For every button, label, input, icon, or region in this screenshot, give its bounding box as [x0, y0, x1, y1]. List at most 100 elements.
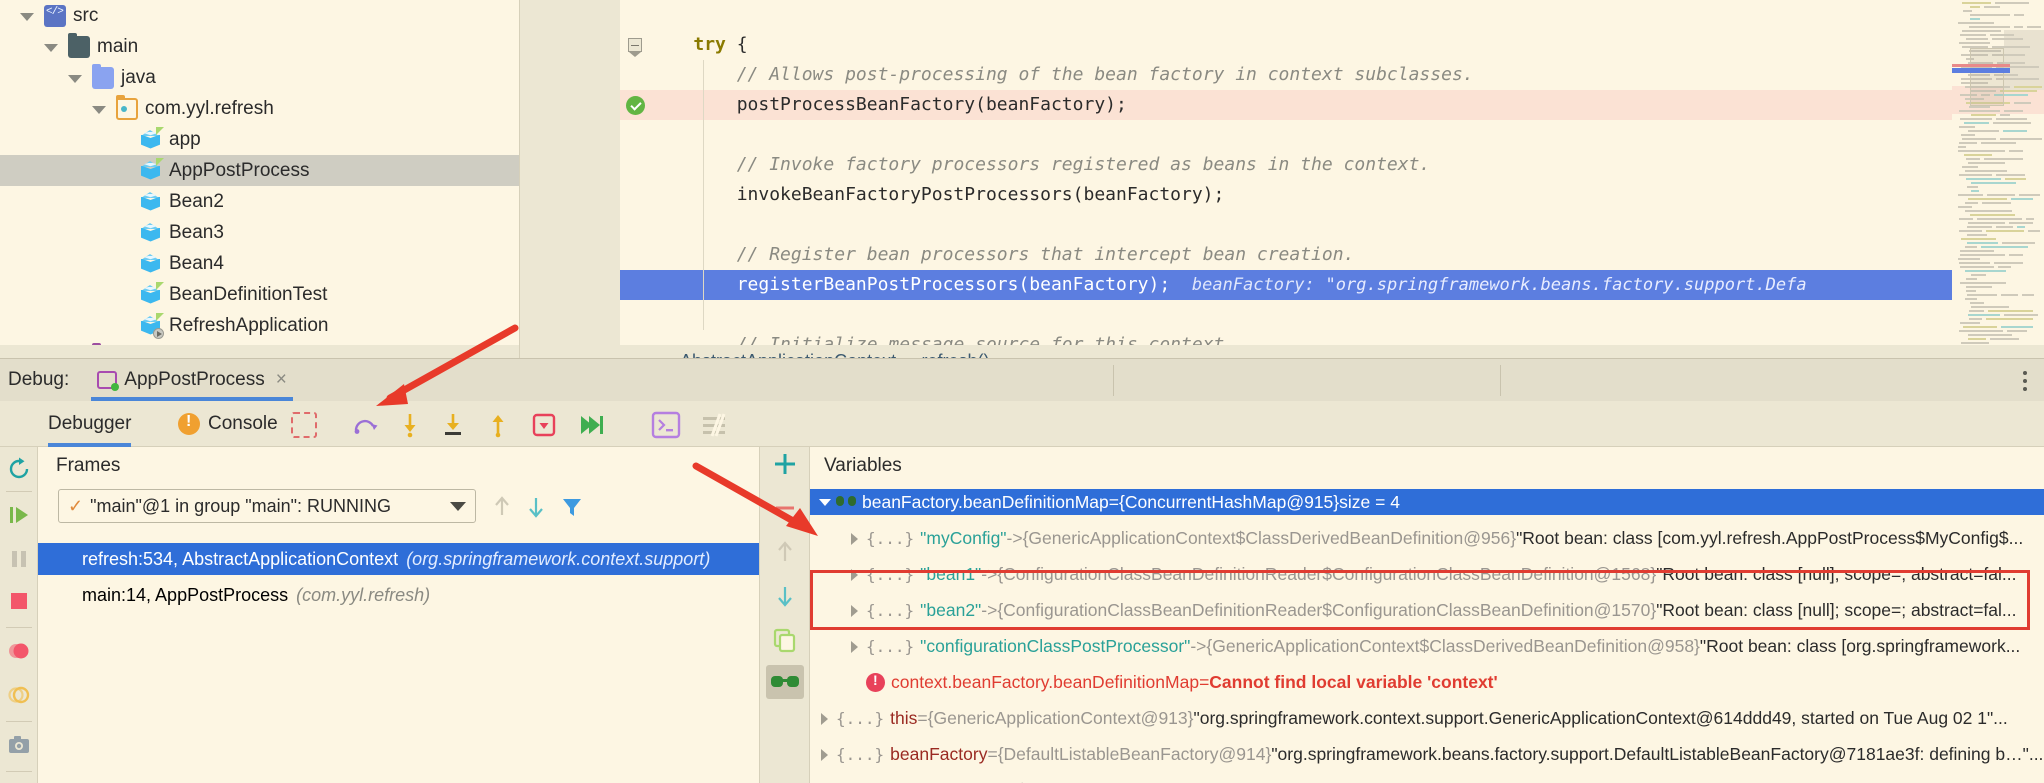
add-watch-icon[interactable]: [772, 451, 798, 477]
more-options-icon[interactable]: [2023, 371, 2028, 391]
tree-item-bean3[interactable]: Bean3: [0, 217, 520, 248]
code-line[interactable]: postProcessBeanFactory(beanFactory);: [650, 90, 2044, 120]
pause-program-icon[interactable]: [7, 547, 31, 571]
minimap-code-line: [1966, 278, 1977, 280]
code-line[interactable]: invokeBeanFactoryPostProcessors(beanFact…: [650, 180, 2044, 210]
expand-arrow-icon[interactable]: [818, 747, 832, 761]
expand-arrow-icon[interactable]: [848, 531, 862, 545]
minimap-code-line: [1970, 6, 1980, 8]
rerun-icon[interactable]: [7, 457, 31, 481]
drop-frame-icon[interactable]: [531, 412, 557, 438]
tab-debugger[interactable]: Debugger: [48, 401, 132, 447]
collapse-arrow-icon[interactable]: [818, 495, 832, 509]
code-line[interactable]: [650, 0, 2044, 30]
step-into-icon[interactable]: [397, 412, 423, 438]
variable-value: "org.springframework.context.support.Gen…: [1193, 707, 2008, 728]
frame-row[interactable]: refresh:534, AbstractApplicationContext (…: [38, 543, 759, 575]
variable-row[interactable]: {...} "bean1" -> {ConfigurationClassBeanD…: [810, 561, 2044, 587]
variables-panel: Variables beanFactory.beanDefinitionMap …: [810, 447, 2044, 783]
variable-ref: {DefaultListableBeanFactory@914}: [997, 743, 1272, 764]
minimap-code-line: [1970, 18, 1980, 20]
variable-row[interactable]: {...} "myConfig" -> {GenericApplicationCo…: [810, 525, 2044, 551]
filter-icon[interactable]: [560, 495, 584, 519]
copy-value-icon[interactable]: [772, 627, 798, 653]
minimap-code-line: [1964, 122, 1989, 124]
tree-item-bean4[interactable]: Bean4: [0, 248, 520, 279]
tree-item-bean2[interactable]: Bean2: [0, 186, 520, 217]
code-line[interactable]: [650, 210, 2044, 240]
restore-layout-icon[interactable]: [291, 412, 317, 438]
expand-arrow-icon[interactable]: [90, 101, 106, 117]
minimap-code-line: [2005, 178, 2026, 180]
force-step-into-icon[interactable]: [440, 412, 466, 438]
tree-item-com-yyl-refresh[interactable]: com.yyl.refresh: [0, 93, 520, 124]
variable-row[interactable]: {...} "bean2" -> {ConfigurationClassBeanD…: [810, 597, 2044, 623]
tab-console[interactable]: Console: [178, 401, 278, 447]
code-line[interactable]: [650, 300, 2044, 330]
tree-item-app[interactable]: app: [0, 124, 520, 155]
move-watch-down-icon[interactable]: [772, 583, 798, 609]
expand-arrow-icon[interactable]: [42, 39, 58, 55]
minimap-code-line: [1968, 314, 2000, 316]
code-fold-icon[interactable]: [628, 38, 642, 57]
minimap-viewport[interactable]: [1970, 48, 2004, 106]
frames-title: Frames: [56, 455, 121, 476]
tree-item-beandefinitiontest[interactable]: BeanDefinitionTest: [0, 279, 520, 310]
minimap-code-line: [2014, 14, 2024, 16]
code-line[interactable]: // Register bean processors that interce…: [650, 240, 2044, 270]
minimap-code-line: [2014, 102, 2031, 104]
evaluate-expression-icon[interactable]: [651, 411, 681, 439]
move-up-icon[interactable]: [490, 495, 514, 519]
variable-row[interactable]: {...} beanFactory = {DefaultListableBeanF…: [810, 741, 2044, 767]
tree-item-java[interactable]: java: [0, 62, 520, 93]
thread-selector-value: "main"@1 in group "main": RUNNING: [90, 495, 392, 516]
move-down-icon[interactable]: [524, 495, 548, 519]
resume-program-icon[interactable]: [7, 503, 31, 527]
code-line[interactable]: registerBeanPostProcessors(beanFactory);…: [650, 270, 2044, 300]
move-watch-up-icon[interactable]: [772, 539, 798, 565]
expand-arrow-icon[interactable]: [848, 567, 862, 581]
code-line[interactable]: // Invoke factory processors registered …: [650, 150, 2044, 180]
run-to-cursor-icon[interactable]: [578, 412, 604, 438]
code-line[interactable]: try {: [650, 30, 2044, 60]
code-line[interactable]: [650, 120, 2044, 150]
tree-item-src[interactable]: src: [0, 0, 520, 31]
minimap-code-line: [2000, 138, 2042, 140]
minimap-code-line: [1967, 226, 1992, 228]
code-line[interactable]: // Allows post-processing of the bean fa…: [650, 60, 2044, 90]
close-icon[interactable]: ×: [276, 369, 287, 391]
tree-item-refreshapplication[interactable]: RefreshApplication: [0, 310, 520, 341]
expand-arrow-icon[interactable]: [848, 603, 862, 617]
variable-row[interactable]: context.beanFactory.beanDefinitionMap = …: [810, 669, 2044, 695]
screenshot-icon[interactable]: [7, 733, 31, 757]
variable-row[interactable]: {...} this = {GenericApplicationContext@9…: [810, 705, 2044, 731]
variable-row[interactable]: logger = {LogAdapter$Slf4jLocationAwareL…: [810, 777, 2044, 783]
stop-icon[interactable]: [7, 589, 31, 613]
settings-icon[interactable]: [700, 412, 728, 438]
expand-arrow-icon[interactable]: [18, 8, 34, 24]
run-configuration-icon: [97, 371, 120, 391]
remove-watch-icon[interactable]: [772, 495, 798, 521]
expand-arrow-icon[interactable]: [66, 70, 82, 86]
chevron-down-icon[interactable]: [450, 502, 466, 511]
mute-breakpoints-icon[interactable]: [7, 683, 31, 707]
variable-row[interactable]: {...} "configurationClassPostProcessor" -…: [810, 633, 2044, 659]
show-watches-in-variables-icon[interactable]: [766, 665, 804, 699]
expand-arrow-icon[interactable]: [848, 639, 862, 653]
thread-selector[interactable]: ✓ "main"@1 in group "main": RUNNING: [58, 489, 476, 523]
expand-arrow-icon[interactable]: [818, 711, 832, 725]
variable-ref: {LogAdapter$Slf4jLocationAwareLog@916}: [921, 780, 1259, 783]
project-tree[interactable]: src main java com.yyl.refresh app AppPostProc…: [0, 0, 520, 358]
frame-row[interactable]: main:14, AppPostProcess (com.yyl.refresh): [38, 579, 759, 611]
verified-breakpoint-icon[interactable]: [626, 96, 645, 115]
variable-row[interactable]: beanFactory.beanDefinitionMap = {Concurr…: [810, 489, 2044, 515]
editor-minimap[interactable]: [1952, 0, 2044, 345]
minimap-code-line: [1959, 126, 1975, 128]
tree-item-apppostprocess[interactable]: AppPostProcess: [0, 155, 520, 186]
step-out-icon[interactable]: [485, 412, 511, 438]
view-breakpoints-icon[interactable]: [7, 639, 31, 663]
step-over-icon[interactable]: [352, 412, 378, 438]
tree-item-main[interactable]: main: [0, 31, 520, 62]
debug-session-tab[interactable]: AppPostProcess ×: [87, 359, 297, 402]
code-editor[interactable]: 525526 try {527 // Allows post-processin…: [520, 0, 2044, 358]
